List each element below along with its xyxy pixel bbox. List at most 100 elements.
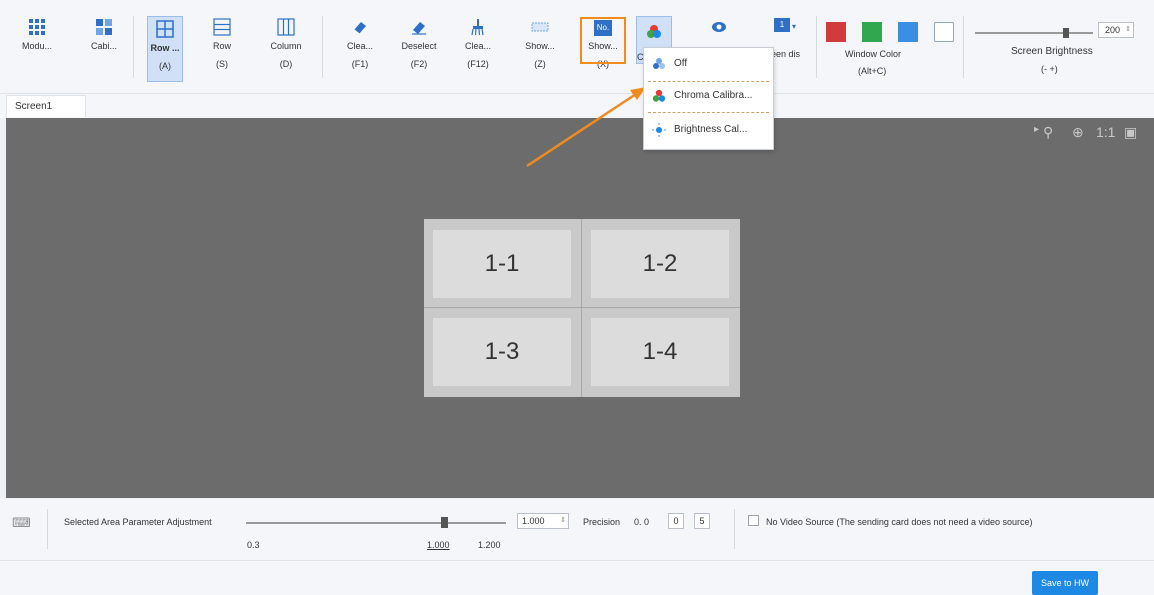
toolbar-divider bbox=[133, 16, 134, 78]
bottom-panel: ⌨ Selected Area Parameter Adjustment 0.3… bbox=[0, 499, 1154, 595]
clear-f1-button[interactable]: Clea... (F1) bbox=[342, 12, 378, 82]
window-color-swatch[interactable] bbox=[934, 22, 954, 42]
column-label: Column bbox=[270, 41, 302, 51]
clear-f12-label: Clea... bbox=[464, 41, 491, 51]
calibration-dropdown-menu: Off Chroma Calibra... Brightness Cal... bbox=[643, 47, 774, 150]
row-s-shortcut: (S) bbox=[216, 59, 228, 69]
row-lines-icon bbox=[213, 18, 231, 36]
precision-digit-2[interactable]: 5 bbox=[694, 513, 710, 529]
precision-digit-1-value: 0 bbox=[673, 516, 679, 526]
deselect-label: Deselect bbox=[401, 41, 437, 51]
clear-f12-button[interactable]: Clea... (F12) bbox=[460, 12, 496, 82]
module-button[interactable]: Modu... bbox=[18, 12, 56, 82]
cabinet-button[interactable]: Cabi... bbox=[86, 12, 122, 82]
menu-item-brightness-calibration[interactable]: Brightness Cal... bbox=[644, 118, 773, 142]
precision-digit-1[interactable]: 0 bbox=[668, 513, 684, 529]
brightness-handle[interactable] bbox=[1063, 28, 1069, 38]
clear-f1-shortcut: (F1) bbox=[351, 59, 369, 69]
broom-icon bbox=[471, 19, 484, 36]
deselect-shortcut: (F2) bbox=[410, 59, 428, 69]
cabinet-grid: 1-1 1-2 1-3 1-4 bbox=[424, 219, 740, 397]
screen-display-label: een dis bbox=[771, 49, 801, 59]
param-slider-track bbox=[246, 522, 506, 524]
param-slider-handle[interactable] bbox=[441, 517, 448, 528]
column-lines-icon bbox=[277, 18, 295, 36]
cabinet-cell[interactable]: 1-4 bbox=[591, 318, 729, 386]
slider-current-label: 1.000 bbox=[427, 540, 450, 550]
column-shortcut: (D) bbox=[279, 59, 293, 69]
cabinet-cell[interactable]: 1-1 bbox=[433, 230, 571, 298]
column-button[interactable]: Column (D) bbox=[264, 12, 308, 82]
screen-display-button[interactable]: 1 ▾ bbox=[768, 12, 808, 82]
window-color-shortcut: (Alt+C) bbox=[858, 66, 887, 76]
fit-screen-icon[interactable]: ▣ bbox=[1124, 124, 1137, 141]
screen-number-icon: 1 bbox=[774, 18, 790, 32]
deselect-eraser-icon bbox=[412, 22, 426, 35]
row-select-button[interactable]: Row ... (A) bbox=[147, 16, 183, 82]
screen-brightness-slider[interactable] bbox=[975, 28, 1093, 38]
deselect-button[interactable]: Deselect (F2) bbox=[398, 12, 440, 82]
show-area-icon bbox=[531, 22, 549, 32]
param-adjust-label: Selected Area Parameter Adjustment bbox=[64, 517, 212, 527]
precision-digit-2-value: 5 bbox=[699, 516, 705, 526]
cabinet-label: Cabi... bbox=[90, 41, 117, 51]
menu-item-chroma-calibration[interactable]: Chroma Calibra... bbox=[644, 84, 773, 108]
menu-item-chroma-label: Chroma Calibra... bbox=[674, 90, 753, 101]
menu-divider bbox=[648, 112, 769, 113]
rgb-circles-icon bbox=[647, 25, 661, 38]
toolbar-divider bbox=[963, 16, 964, 78]
zoom-out-icon[interactable]: ⚲ bbox=[1043, 124, 1053, 141]
window-color-swatch[interactable] bbox=[862, 22, 882, 42]
clear-f1-label: Clea... bbox=[346, 41, 373, 51]
grid-divider bbox=[424, 307, 740, 308]
module-label: Modu... bbox=[21, 41, 52, 51]
zoom-in-icon[interactable]: ⊕ bbox=[1072, 124, 1084, 141]
highlight-frame bbox=[580, 17, 626, 64]
spinner-arrows-icon[interactable]: ⇕ bbox=[560, 514, 566, 528]
toolbar: Modu... Cabi... Row ... (A) Row (S) Colu… bbox=[0, 0, 1154, 94]
row-grid-icon bbox=[156, 20, 174, 38]
menu-item-brightness-label: Brightness Cal... bbox=[674, 124, 748, 135]
screen-brightness-shortcut: (- +) bbox=[1041, 64, 1058, 74]
window-color-swatch[interactable] bbox=[826, 22, 846, 42]
actual-size-button[interactable]: 1:1 bbox=[1096, 124, 1115, 140]
cabinet-cell[interactable]: 1-3 bbox=[433, 318, 571, 386]
tab-screen1-label: Screen1 bbox=[15, 101, 53, 112]
keyboard-icon[interactable]: ⌨ bbox=[12, 515, 31, 531]
menu-item-off[interactable]: Off bbox=[644, 52, 773, 76]
brightness-track bbox=[975, 32, 1093, 34]
param-slider[interactable] bbox=[246, 517, 506, 528]
clear-f12-shortcut: (F12) bbox=[467, 59, 489, 69]
tab-strip: Screen1 bbox=[0, 94, 1154, 118]
toolbar-divider bbox=[816, 16, 817, 78]
window-color-swatch[interactable] bbox=[898, 22, 918, 42]
bottom-divider bbox=[0, 560, 1154, 561]
module-grid-icon bbox=[29, 19, 45, 35]
brightness-value: 200 bbox=[1105, 25, 1121, 35]
screen-number-text: 1 bbox=[779, 20, 785, 29]
show-z-button[interactable]: Show... (Z) bbox=[522, 12, 558, 82]
eraser-icon bbox=[353, 22, 366, 35]
brightness-input[interactable]: 200 ⇕ bbox=[1098, 22, 1134, 38]
collapse-arrow-icon[interactable]: ▸ bbox=[1034, 124, 1039, 135]
spinner-arrows-icon[interactable]: ⇕ bbox=[1125, 23, 1131, 37]
no-video-label: No Video Source (The sending card does n… bbox=[766, 517, 1033, 527]
grid-divider bbox=[581, 219, 582, 397]
show-z-label: Show... bbox=[525, 41, 555, 51]
row-select-label: Row ... bbox=[150, 43, 180, 53]
no-video-checkbox[interactable] bbox=[748, 515, 759, 526]
precision-label: Precision bbox=[583, 517, 621, 527]
save-to-hw-button[interactable]: Save to HW bbox=[1032, 571, 1098, 595]
cabinet-cell[interactable]: 1-2 bbox=[591, 230, 729, 298]
screen-canvas[interactable]: ▸ ⚲ ⊕ 1:1 ▣ 1-1 1-2 1-3 1-4 bbox=[6, 118, 1154, 498]
slider-min-label: 0.3 bbox=[247, 540, 260, 550]
tab-screen1[interactable]: Screen1 bbox=[6, 95, 86, 117]
row-s-button[interactable]: Row (S) bbox=[206, 12, 238, 82]
param-value-input[interactable]: 1.000 ⇕ bbox=[517, 513, 569, 529]
off-circles-icon bbox=[653, 58, 665, 69]
cabinet-icon bbox=[96, 19, 112, 35]
sun-icon bbox=[652, 123, 666, 137]
row-s-label: Row bbox=[212, 41, 231, 51]
bottom-divider bbox=[734, 509, 735, 549]
rgb-circles-icon bbox=[652, 89, 666, 102]
